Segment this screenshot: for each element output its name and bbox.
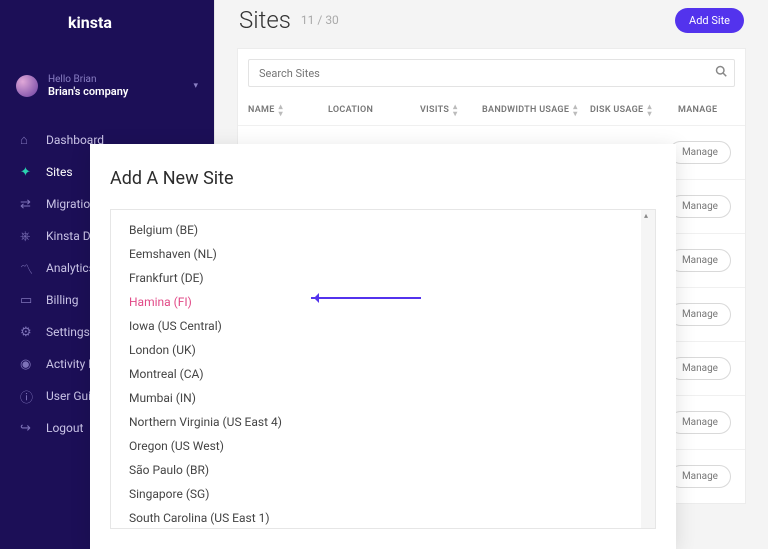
nav-label: Logout — [46, 421, 83, 435]
location-option[interactable]: London (UK) — [111, 338, 655, 362]
location-option[interactable]: Singapore (SG) — [111, 482, 655, 506]
scroll-up-icon[interactable]: ▴ — [644, 211, 648, 220]
col-bandwidth[interactable]: BANDWIDTH USAGE▴▾ — [482, 103, 590, 117]
scrollbar[interactable]: ▴ — [641, 210, 655, 528]
nav-icon: ▭ — [20, 293, 46, 308]
nav-icon: ◉ — [20, 357, 46, 372]
table-header: NAME▴▾ LOCATION VISITS▴▾ BANDWIDTH USAGE… — [238, 95, 745, 125]
nav-icon: ⚙ — [20, 325, 46, 340]
nav-label: Analytics — [46, 261, 95, 275]
manage-button[interactable]: Manage — [669, 465, 731, 488]
location-option[interactable]: South Carolina (US East 1) — [111, 506, 655, 528]
location-option[interactable]: Oregon (US West) — [111, 434, 655, 458]
nav-label: Sites — [46, 165, 73, 179]
nav-icon: ⎈ — [20, 229, 46, 244]
nav-label: Settings — [46, 325, 90, 339]
page-header: Sites 11 / 30 Add Site — [215, 0, 768, 48]
nav-icon: ⓘ — [20, 387, 46, 406]
location-option[interactable]: Northern Virginia (US East 4) — [111, 410, 655, 434]
page-count: 11 / 30 — [301, 13, 339, 27]
manage-button[interactable]: Manage — [669, 303, 731, 326]
manage-button[interactable]: Manage — [669, 195, 731, 218]
col-disk[interactable]: DISK USAGE▴▾ — [590, 103, 678, 117]
chevron-down-icon: ▾ — [193, 81, 198, 91]
location-dropdown: Belgium (BE)Eemshaven (NL)Frankfurt (DE)… — [110, 209, 656, 529]
search-box — [248, 59, 735, 87]
modal-title: Add A New Site — [90, 144, 676, 209]
nav-label: Billing — [46, 293, 79, 307]
add-site-button[interactable]: Add Site — [675, 8, 744, 33]
location-option[interactable]: Frankfurt (DE) — [111, 266, 655, 290]
sort-icon: ▴▾ — [279, 103, 283, 117]
sort-icon: ▴▾ — [453, 103, 457, 117]
user-company: Brian's company — [48, 85, 193, 98]
location-option[interactable]: Mumbai (IN) — [111, 386, 655, 410]
manage-button[interactable]: Manage — [669, 141, 731, 164]
manage-button[interactable]: Manage — [669, 249, 731, 272]
col-name[interactable]: NAME▴▾ — [248, 103, 328, 117]
add-site-modal: Add A New Site Belgium (BE)Eemshaven (NL… — [90, 144, 676, 549]
avatar — [16, 75, 38, 97]
manage-button[interactable]: Manage — [669, 411, 731, 434]
search-icon[interactable] — [715, 65, 727, 80]
col-visits[interactable]: VISITS▴▾ — [420, 103, 482, 117]
page-title: Sites — [239, 6, 291, 34]
user-greeting: Hello Brian — [48, 74, 193, 85]
nav-icon: ⇄ — [20, 197, 46, 212]
nav-icon: ↪ — [20, 421, 46, 436]
svg-text:kinsta: kinsta — [68, 14, 112, 32]
nav-icon: ✦ — [20, 165, 46, 180]
search-input[interactable] — [248, 59, 735, 87]
manage-button[interactable]: Manage — [669, 357, 731, 380]
user-block[interactable]: Hello Brian Brian's company ▾ — [0, 46, 214, 118]
location-option[interactable]: São Paulo (BR) — [111, 458, 655, 482]
location-option[interactable]: Belgium (BE) — [111, 218, 655, 242]
nav-icon: ⌂ — [20, 132, 46, 148]
brand-logo: kinsta — [0, 0, 214, 46]
location-option-list: Belgium (BE)Eemshaven (NL)Frankfurt (DE)… — [111, 210, 655, 528]
sort-icon: ▴▾ — [647, 103, 651, 117]
location-option[interactable]: Montreal (CA) — [111, 362, 655, 386]
location-option[interactable]: Eemshaven (NL) — [111, 242, 655, 266]
sort-icon: ▴▾ — [573, 103, 577, 117]
annotation-arrow — [311, 297, 421, 299]
col-location: LOCATION — [328, 103, 420, 117]
col-manage: MANAGE — [678, 103, 735, 117]
nav-icon: 〽 — [20, 259, 46, 278]
location-option[interactable]: Iowa (US Central) — [111, 314, 655, 338]
location-option[interactable]: Hamina (FI) — [111, 290, 655, 314]
